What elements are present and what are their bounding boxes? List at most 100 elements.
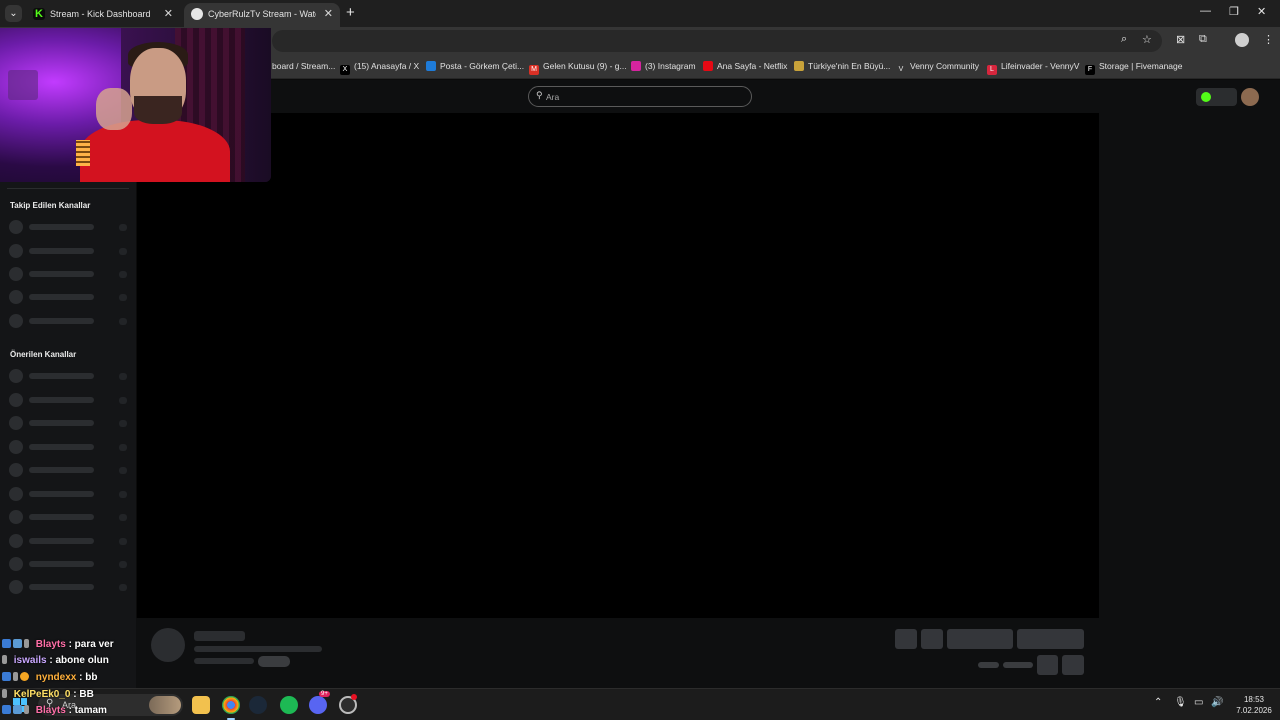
tab-cyberrulztv-stream[interactable]: CyberRulzTv Stream - Watch Li ✕ bbox=[184, 3, 340, 27]
recommended-channel-skeleton bbox=[9, 369, 127, 383]
user-avatar[interactable] bbox=[1241, 88, 1259, 106]
volume-icon[interactable]: 🔊 bbox=[1211, 697, 1223, 708]
venny-logo-icon: V bbox=[898, 66, 904, 73]
sidebar: Takip Edilen Kanallar Önerilen Kanallar bbox=[0, 113, 136, 688]
bookmark-venny-community[interactable]: V Venny Community bbox=[896, 61, 979, 75]
instagram-icon bbox=[631, 61, 641, 71]
kick-logo-icon: K bbox=[33, 8, 45, 20]
action-button-skeleton[interactable] bbox=[895, 629, 917, 649]
search-input[interactable] bbox=[546, 90, 736, 103]
followed-channel-skeleton bbox=[9, 314, 127, 328]
screen: ⌄ K Stream - Kick Dashboard ✕ CyberRulzT… bbox=[0, 0, 1280, 720]
bookmark-fivemanage[interactable]: F Storage | Fivemanage bbox=[1085, 61, 1182, 75]
clock-time: 18:53 bbox=[1243, 695, 1265, 704]
bookmark-turkiye[interactable]: Türkiye'nin En Büyü... bbox=[794, 61, 890, 71]
zoom-icon[interactable]: ⌕ bbox=[1121, 33, 1127, 46]
tab-search-chevron-icon[interactable]: ⌄ bbox=[5, 5, 22, 22]
recommended-channel-skeleton bbox=[9, 557, 127, 571]
outlook-icon bbox=[426, 61, 436, 71]
obs-icon[interactable] bbox=[339, 694, 357, 714]
stream-info bbox=[136, 618, 1099, 688]
webcam-overlay bbox=[0, 28, 271, 182]
recommended-channel-skeleton bbox=[9, 580, 127, 594]
discord-icon[interactable]: 9+ bbox=[309, 691, 330, 714]
restore-icon[interactable]: ❐ bbox=[1229, 5, 1239, 18]
file-explorer-icon[interactable] bbox=[192, 696, 210, 714]
recommended-channel-skeleton bbox=[9, 463, 127, 477]
system-clock[interactable]: 18:53 7.02.2026 bbox=[1232, 694, 1276, 716]
more-button-skeleton[interactable] bbox=[1062, 655, 1084, 675]
video-player[interactable] bbox=[137, 113, 1099, 618]
chat-panel bbox=[1099, 113, 1280, 688]
chat-message: Blayts : para ver bbox=[2, 639, 114, 650]
sidebar-divider bbox=[7, 188, 129, 189]
discord-notification-badge: 9+ bbox=[319, 691, 330, 697]
recommended-channel-skeleton bbox=[9, 416, 127, 430]
x-logo-icon: X bbox=[340, 65, 350, 75]
site-favicon-icon bbox=[794, 61, 804, 71]
chat-username: iswails bbox=[13, 655, 47, 666]
bookmark-outlook[interactable]: Posta - Görkem Çeti... bbox=[426, 61, 524, 71]
bookmark-instagram[interactable]: (3) Instagram bbox=[631, 61, 696, 71]
bookmark-gmail[interactable]: M Gelen Kutusu (9) - g... bbox=[529, 61, 627, 75]
new-tab-plus-icon[interactable]: + bbox=[346, 5, 355, 21]
followed-channel-skeleton bbox=[9, 244, 127, 258]
search-box[interactable]: ⚲ bbox=[528, 86, 752, 107]
bookmark-x[interactable]: X (15) Anasayfa / X bbox=[340, 61, 419, 75]
recommended-channels-title: Önerilen Kanallar bbox=[10, 350, 77, 359]
chat-username: nyndexx bbox=[35, 672, 77, 683]
streamer-name-skeleton bbox=[194, 631, 245, 641]
microphone-icon[interactable]: 🎙 bbox=[1174, 697, 1187, 708]
sub-badge-icon bbox=[13, 672, 18, 681]
chat-message: Blayts : tamam bbox=[2, 705, 107, 716]
recording-dot-icon bbox=[351, 694, 357, 700]
recommended-channel-skeleton bbox=[9, 534, 127, 548]
browser-menu-icon[interactable]: ⋮ bbox=[1263, 33, 1274, 46]
chat-message: nyndexx : bb bbox=[2, 672, 97, 683]
close-tab-icon[interactable]: ✕ bbox=[324, 7, 333, 20]
steam-icon[interactable] bbox=[249, 696, 267, 714]
minimize-icon[interactable]: — bbox=[1200, 5, 1211, 17]
chat-text: : abone olun bbox=[49, 655, 109, 666]
follow-button-skeleton[interactable] bbox=[947, 629, 1013, 649]
close-window-icon[interactable]: ✕ bbox=[1257, 5, 1266, 18]
sub-badge-icon bbox=[24, 639, 29, 648]
profile-avatar-icon[interactable] bbox=[1235, 33, 1249, 47]
stream-title-skeleton bbox=[194, 646, 322, 652]
tab-title: CyberRulzTv Stream - Watch Li bbox=[208, 9, 316, 19]
tray-expand-chevron-icon[interactable]: ⌃ bbox=[1154, 697, 1162, 708]
extension-icon[interactable]: ⊠ bbox=[1176, 33, 1185, 46]
bookmark-lifeinvader[interactable]: L Lifeinvader - VennyV bbox=[987, 61, 1079, 75]
header-action-button[interactable] bbox=[1196, 88, 1237, 106]
chat-username: Blayts bbox=[35, 705, 66, 716]
subscribe-button-skeleton[interactable] bbox=[1017, 629, 1084, 649]
recommended-channel-skeleton bbox=[9, 487, 127, 501]
bookmark-netflix[interactable]: Ana Sayfa - Netflix bbox=[703, 61, 787, 71]
followed-channel-skeleton bbox=[9, 290, 127, 304]
spotify-icon[interactable] bbox=[280, 696, 298, 714]
address-bar[interactable] bbox=[272, 30, 1162, 52]
verified-badge-icon bbox=[13, 705, 22, 714]
extensions-puzzle-icon[interactable]: ⧉ bbox=[1199, 33, 1207, 46]
chat-text: : bb bbox=[79, 672, 98, 683]
tab-title: Stream - Kick Dashboard bbox=[50, 9, 151, 19]
chat-username: KelPeEk0_0 bbox=[13, 689, 71, 700]
action-button-skeleton[interactable] bbox=[921, 629, 943, 649]
close-tab-icon[interactable]: ✕ bbox=[164, 7, 173, 20]
bookmark-star-icon[interactable]: ☆ bbox=[1142, 33, 1152, 46]
lifeinvader-icon: L bbox=[987, 65, 997, 75]
bookmark-dashboard[interactable]: board / Stream... bbox=[272, 61, 335, 71]
chrome-icon[interactable] bbox=[222, 696, 240, 720]
followed-channel-skeleton bbox=[9, 220, 127, 234]
search-highlight-image bbox=[149, 696, 181, 714]
recommended-channel-skeleton bbox=[9, 440, 127, 454]
streamer-avatar-skeleton bbox=[151, 628, 185, 662]
sub-badge-icon bbox=[24, 705, 29, 714]
network-icon[interactable]: ▭ bbox=[1194, 697, 1203, 708]
share-button-skeleton[interactable] bbox=[1037, 655, 1058, 675]
tab-kick-dashboard[interactable]: K Stream - Kick Dashboard ✕ bbox=[26, 3, 180, 27]
clock-date: 7.02.2026 bbox=[1236, 706, 1272, 715]
stream-category-skeleton bbox=[194, 658, 254, 664]
gmail-icon: M bbox=[529, 65, 539, 75]
recommended-channel-skeleton bbox=[9, 393, 127, 407]
